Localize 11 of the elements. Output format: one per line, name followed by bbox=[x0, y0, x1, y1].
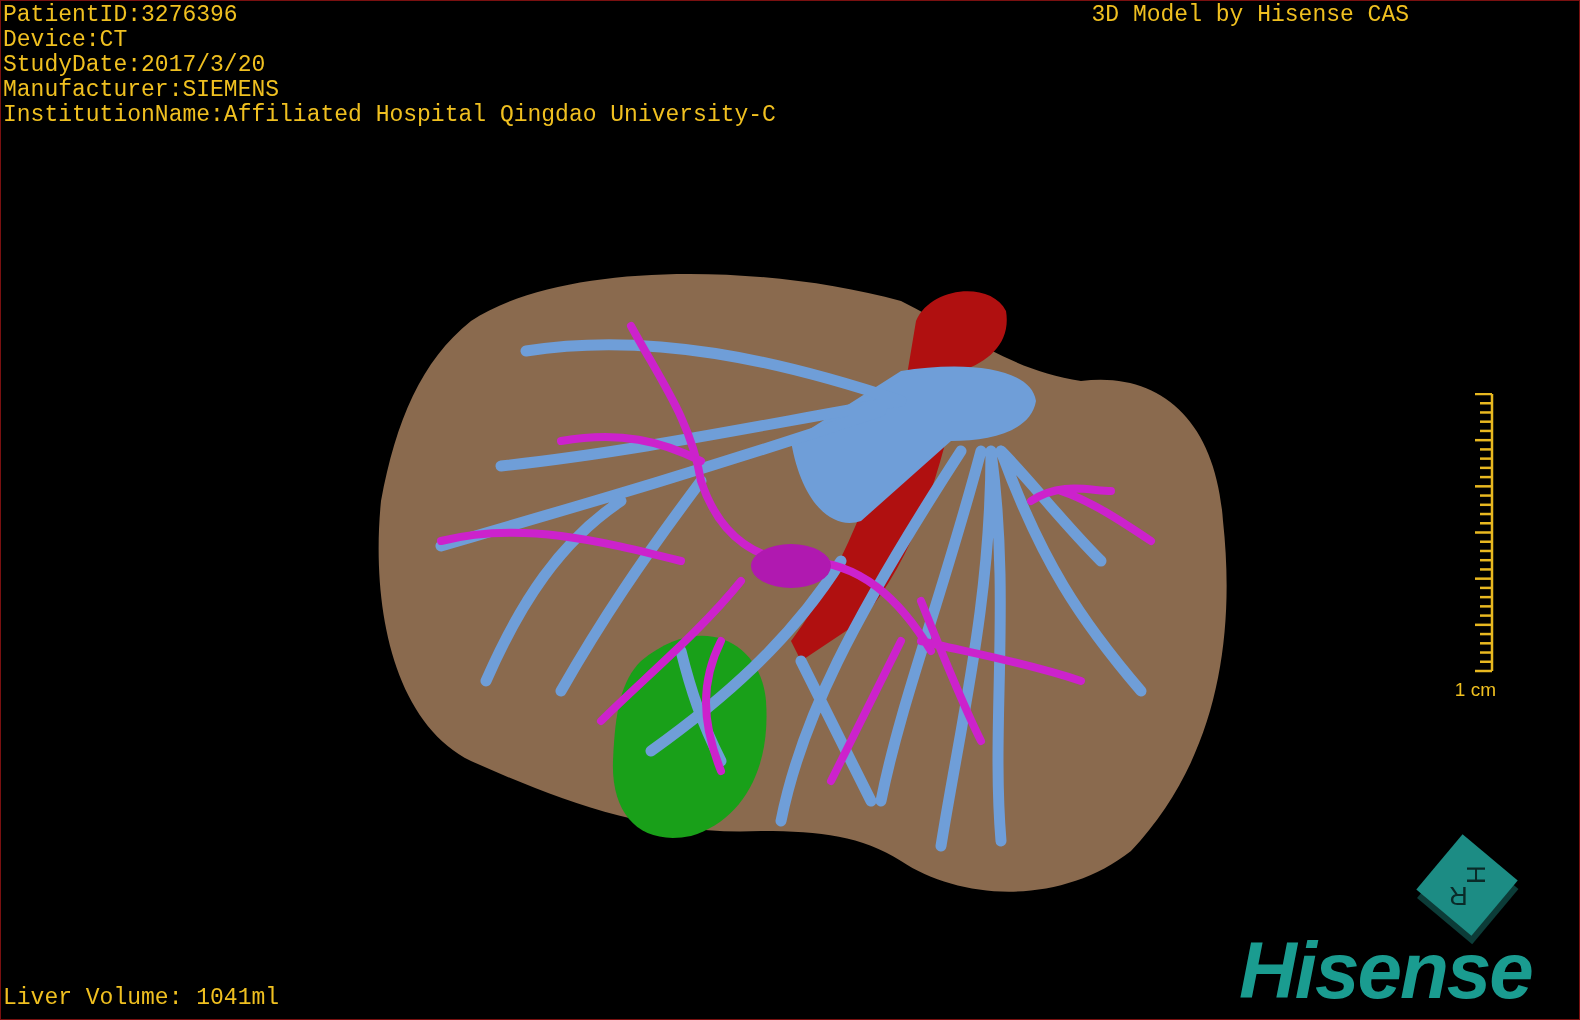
scale-ruler-icon bbox=[1472, 393, 1496, 675]
scale-label: 1 cm bbox=[1454, 679, 1496, 701]
credit-text: 3D Model by Hisense CAS bbox=[1091, 3, 1409, 30]
info-line: PatientID:3276396 bbox=[3, 3, 239, 28]
info-line: Device:CT bbox=[3, 28, 129, 53]
cube-letter: R bbox=[1448, 881, 1468, 910]
info-line: Manufacturer:SIEMENS bbox=[3, 78, 281, 103]
cube-letter: H bbox=[1462, 864, 1490, 884]
info-line: InstitutionName:Affiliated Hospital Qingdao University-C bbox=[3, 103, 776, 128]
liver-volume-text: Liver Volume: 1041ml bbox=[3, 985, 280, 1011]
info-line: StudyDate:2017/3/20 bbox=[3, 53, 267, 78]
